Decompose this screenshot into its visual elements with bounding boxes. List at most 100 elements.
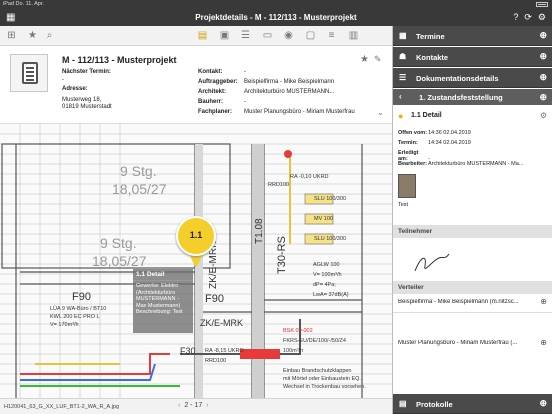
camera-icon[interactable]: ◉ (283, 30, 294, 41)
lwa-label: LwA= 37dB(A) (313, 292, 349, 298)
photo-caption: Test (398, 202, 409, 208)
add-icon[interactable]: ⊕ (539, 92, 547, 103)
page-indicator: 2 - 17 (184, 402, 203, 409)
floor-plan-viewer[interactable]: 9 Stg. 18,05/27 9 Stg. 18,05/27 F90 F90 … (0, 124, 392, 398)
einbau-line2: mit Mörtel oder Einbaustein EQ. (283, 376, 361, 382)
address-line2: 01819 Musterstadt (62, 104, 112, 110)
image-icon[interactable]: ▣ (219, 30, 230, 41)
add-icon[interactable]: ⊕ (539, 398, 547, 409)
sync-icon[interactable]: ⟳ (524, 12, 532, 23)
pager: ‹ 2 - 17 › (178, 402, 209, 409)
section-dokumentation-label: Dokumentationsdetails (416, 74, 499, 83)
status-bar: iPad Do. 11. Apr. (0, 0, 552, 9)
architect-value[interactable]: Architekturbüro MUSTERMANN... (244, 89, 334, 95)
layers-icon[interactable]: ≡ (326, 30, 337, 41)
list-item[interactable]: Beispielfirma - Mike Beispielmann (m.nit… (398, 299, 538, 305)
lua-label: LÜA 9 WA-Büro / BT10 (50, 305, 106, 312)
builder-value: - (244, 99, 246, 105)
favorite-star-icon[interactable]: ★ (360, 54, 369, 65)
next-appointment-label: Nächster Termin: (62, 69, 111, 75)
rrd100-label-b: RRD100 (205, 358, 226, 364)
add-icon[interactable]: ⊕ (540, 338, 547, 347)
photo-thumbnail[interactable] (398, 174, 416, 198)
kv-bearbeiter: Bearbeiter:Architekturbüro MUSTERMANN - … (398, 161, 524, 167)
list-item[interactable]: Muster Planungsbüro - Miriam Musterfrau … (398, 340, 538, 346)
stair-label: 9 Stg. (120, 163, 157, 179)
status-time: iPad Do. 11. Apr. (3, 1, 44, 7)
detail-popup[interactable]: 1.1 Detail Gewerke: Elektro (Architektur… (133, 269, 193, 333)
add-icon[interactable]: ⊕ (540, 297, 547, 306)
rrd100-label-a: RRD100 (268, 182, 289, 188)
title-bar: ▦ Projektdetails - M - 112/113 - Musterp… (0, 9, 552, 26)
right-panel: ▦ Termine ⊕ ☗ Kontakte ⊕ ☰ Dokumentation… (392, 26, 552, 414)
help-icon[interactable]: ? (513, 12, 518, 23)
next-appointment-value: - (62, 77, 64, 83)
ra-ukro-label: RA -8,15 UKRO (205, 348, 245, 354)
address-line1: Musterweg 18, (62, 97, 102, 103)
add-icon[interactable]: ⊕ (539, 72, 547, 83)
chevron-left-icon[interactable]: ‹ (399, 92, 402, 101)
chevron-right-icon[interactable]: › (206, 402, 208, 409)
project-title: M - 112/113 - Musterprojekt (62, 55, 177, 65)
f30-label: F30 (180, 346, 196, 356)
f90-left-label: F90 (72, 291, 91, 303)
section-termine-label: Termine (416, 32, 445, 41)
mv-label: MV 100 (314, 216, 333, 222)
fkrs-label: FKRS-EU/DE/100/-/50/Z4 (283, 338, 346, 344)
stack-icon[interactable]: ▥ (348, 30, 359, 41)
detail-title: 1.1 Detail (411, 112, 442, 119)
list-icon[interactable]: ☰ (240, 30, 251, 41)
client-value[interactable]: Beispielfirma - Mike Beispielmann (244, 79, 334, 85)
address-label: Adresse: (62, 86, 88, 92)
kwl-label: KWL 200 EC PRO L (50, 314, 100, 320)
section-protokolle-label: Protokolle (416, 400, 453, 409)
edit-pencil-icon[interactable]: ✎ (374, 54, 382, 65)
aglw-label: AGLW 100 (313, 262, 340, 268)
document-active-icon[interactable]: ▤ (197, 30, 208, 41)
protocol-icon: ▤ (399, 399, 407, 408)
section-kontakte[interactable]: ☗ Kontakte ⊕ (393, 47, 552, 67)
add-icon[interactable]: ⊕ (539, 51, 547, 62)
einbau-line3: Wechsel in Trockenbau vorsehen. (283, 384, 366, 390)
map-pin[interactable]: 1.1 (176, 216, 216, 256)
sitemap-icon[interactable]: ⊞ (6, 30, 17, 41)
section-protokolle[interactable]: ▤ Protokolle ⊕ (393, 394, 552, 414)
project-header: M - 112/113 - Musterprojekt Nächster Ter… (0, 46, 392, 124)
section-dokumentation[interactable]: ☰ Dokumentationsdetails ⊕ (393, 68, 552, 88)
architect-label: Architekt: (198, 89, 227, 95)
chevron-left-icon[interactable]: ‹ (178, 402, 180, 409)
add-icon[interactable]: ⊕ (539, 30, 547, 41)
detail-popup-line: Gewerke: Elektro (Architekturbüro (136, 283, 179, 296)
slu-label-1: SLU 100/300 (314, 196, 346, 202)
subsection-zustand[interactable]: ‹ 1. Zustandsfeststellung ⊕ (393, 89, 552, 105)
settings-icon[interactable]: ⚙ (538, 12, 546, 23)
slu-label-2: SLU 100/300 (314, 236, 346, 242)
chevron-down-icon[interactable]: ⌄ (377, 108, 384, 117)
vflow-label: V= 100m³/h (313, 272, 342, 278)
bottom-bar: H120041_63_G_XX_LUF_BT1-2_WA_R_A.jpg ‹ 2… (0, 398, 392, 414)
contact-label: Kontakt: (198, 69, 223, 75)
t30rs-label: T30-RS (276, 236, 288, 274)
builder-label: Bauherr: (198, 99, 224, 105)
documentation-icon: ☰ (399, 73, 407, 82)
dp-label: dP= 4Pa; (313, 282, 336, 288)
contact-value: - (244, 69, 246, 75)
section-kontakte-label: Kontakte (416, 53, 449, 62)
v100-label: 100m³/h (283, 348, 303, 354)
folder-icon[interactable]: ▭ (262, 30, 273, 41)
battery-icon (536, 2, 548, 7)
search-icon[interactable]: ⌕ (44, 30, 55, 41)
section-termine[interactable]: ▦ Termine ⊕ (393, 26, 552, 46)
star-icon[interactable]: ★ (27, 30, 38, 41)
client-label: Auftraggeber: (198, 79, 238, 85)
map-pin-label: 1.1 (189, 230, 203, 240)
project-card-icon (10, 54, 48, 92)
gear-icon[interactable]: ⚙ (540, 111, 547, 120)
planner-value[interactable]: Muster Planungsbüro - Miriam Musterfrau (244, 109, 355, 115)
f90-mid-label: F90 (205, 293, 224, 305)
einbau-line1: Einbau Brandschutzklappen (283, 368, 352, 374)
toolbar: ⊞ ★ ⌕ ▤ ▣ ☰ ▭ ◉ ▢ ≡ ▥ (0, 26, 392, 46)
gallery-icon[interactable]: ▢ (305, 30, 316, 41)
planner-label: Fachplaner: (198, 109, 233, 115)
bsk-label: BSK 09-002 (283, 328, 313, 334)
